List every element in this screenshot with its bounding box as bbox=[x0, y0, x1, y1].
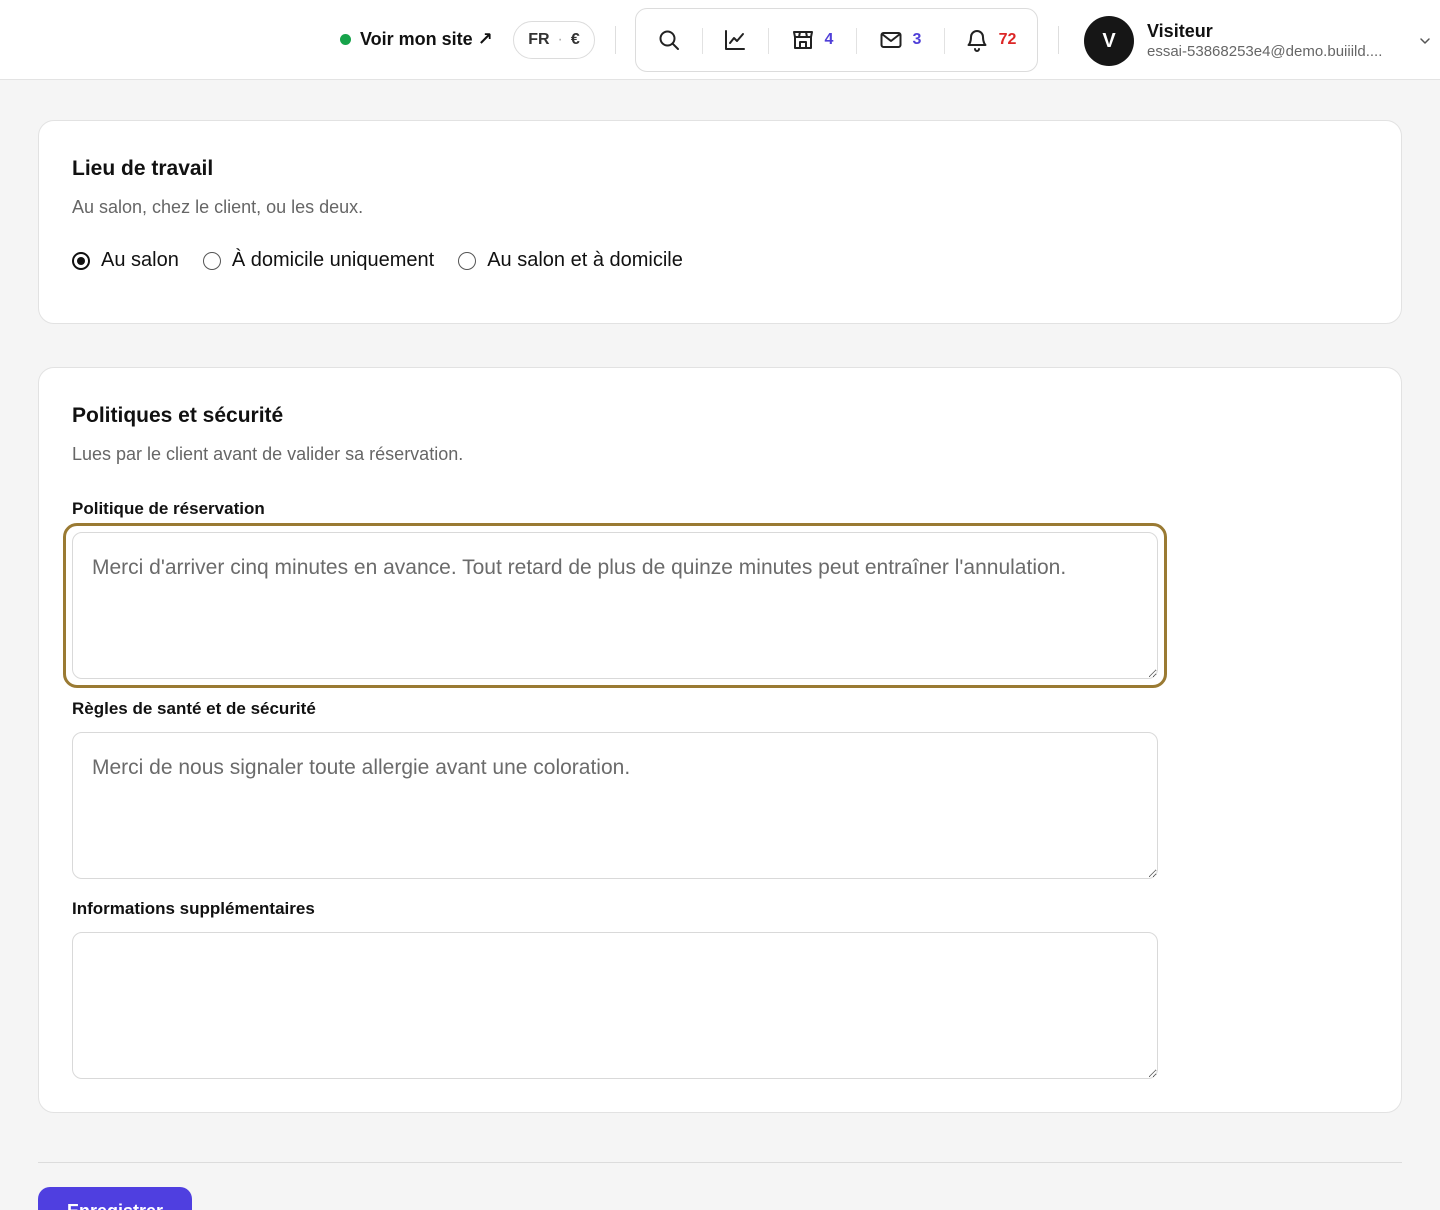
search-icon bbox=[659, 30, 679, 50]
currency-symbol: € bbox=[570, 31, 580, 48]
booking-policy-textarea[interactable] bbox=[72, 532, 1158, 679]
radio-button-checked[interactable] bbox=[72, 251, 90, 270]
bell-icon bbox=[967, 30, 987, 52]
workplace-subtitle: Au salon, chez le client, ou les deux. bbox=[72, 197, 364, 217]
radio-button[interactable] bbox=[202, 251, 221, 270]
online-status-dot bbox=[340, 33, 351, 45]
analytics-button[interactable] bbox=[702, 9, 768, 71]
radio-label: À domicile uniquement bbox=[231, 249, 435, 271]
language-code: FR bbox=[528, 31, 550, 48]
workplace-card: Lieu de travail Au salon, chez le client… bbox=[38, 120, 1402, 324]
user-info: Visiteur essai-53868253e4@demo.buiiild..… bbox=[1147, 20, 1407, 62]
policies-card: Politiques et sécurité Lues par le clien… bbox=[38, 367, 1402, 1113]
policies-subtitle: Lues par le client avant de valider sa r… bbox=[72, 444, 464, 464]
view-site-link[interactable]: Voir mon site ↗ bbox=[340, 27, 493, 51]
extra-info-field-wrapper bbox=[72, 932, 1158, 1079]
user-menu[interactable]: V Visiteur essai-53868253e4@demo.buiiild… bbox=[1084, 15, 1434, 67]
user-name: Visiteur bbox=[1147, 21, 1213, 41]
health-rules-textarea[interactable] bbox=[72, 732, 1158, 879]
radio-label: Au salon bbox=[101, 249, 179, 271]
radio-a-domicile[interactable]: À domicile uniquement bbox=[202, 249, 435, 272]
save-button[interactable]: Enregistrer bbox=[38, 1187, 192, 1210]
header-divider bbox=[1058, 26, 1059, 54]
header-toolbar: 4 3 72 bbox=[635, 8, 1038, 72]
store-count: 4 bbox=[824, 31, 834, 48]
workplace-title: Lieu de travail bbox=[72, 157, 214, 180]
search-button[interactable] bbox=[636, 9, 702, 71]
workplace-radio-group: Au salon À domicile uniquement Au salon … bbox=[72, 249, 683, 272]
policies-title: Politiques et sécurité bbox=[72, 404, 284, 427]
store-icon bbox=[792, 31, 813, 49]
mail-icon bbox=[880, 32, 902, 48]
messages-button[interactable]: 3 bbox=[856, 9, 944, 71]
radio-label: Au salon et à domicile bbox=[487, 249, 683, 271]
extra-info-label: Informations supplémentaires bbox=[72, 899, 315, 918]
health-rules-label: Règles de santé et de sécurité bbox=[72, 699, 316, 718]
user-email: essai-53868253e4@demo.buiiild.... bbox=[1147, 43, 1383, 60]
avatar: V bbox=[1084, 16, 1134, 66]
chevron-down-icon bbox=[1420, 38, 1430, 44]
footer-divider bbox=[38, 1162, 1402, 1163]
booking-policy-field-wrapper bbox=[63, 523, 1167, 688]
language-currency-selector[interactable]: FR · € bbox=[513, 21, 595, 59]
extra-info-textarea[interactable] bbox=[72, 932, 1158, 1079]
notifications-count: 72 bbox=[998, 31, 1017, 48]
chart-line-icon bbox=[725, 30, 745, 50]
separator-dot: · bbox=[557, 31, 563, 48]
health-rules-field-wrapper bbox=[72, 732, 1158, 879]
header-divider bbox=[615, 26, 616, 54]
radio-au-salon[interactable]: Au salon bbox=[72, 249, 179, 272]
radio-button[interactable] bbox=[458, 251, 477, 270]
view-site-label: Voir mon site ↗ bbox=[360, 28, 493, 49]
top-bar: Voir mon site ↗ FR · € 4 3 72 V Visiteur bbox=[0, 0, 1440, 80]
store-button[interactable]: 4 bbox=[768, 9, 856, 71]
radio-salon-et-domicile[interactable]: Au salon et à domicile bbox=[458, 249, 683, 272]
booking-policy-label: Politique de réservation bbox=[72, 499, 265, 518]
notifications-button[interactable]: 72 bbox=[944, 9, 1037, 71]
messages-count: 3 bbox=[912, 31, 922, 48]
